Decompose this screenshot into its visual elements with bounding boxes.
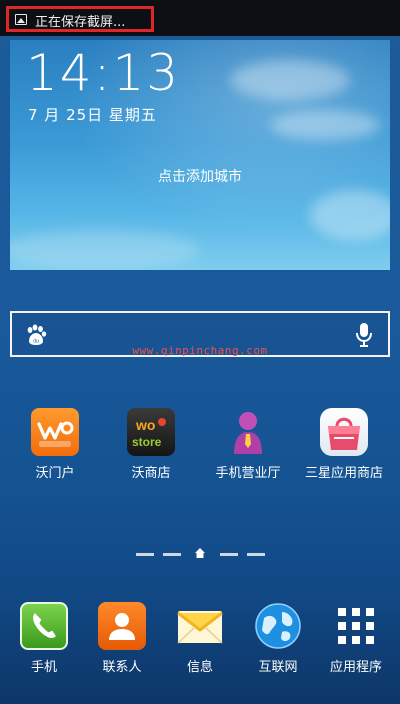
dock-messages[interactable]: 信息 <box>156 602 244 675</box>
app-grid-icon <box>332 602 380 650</box>
contacts-icon <box>98 602 146 650</box>
page-indicator[interactable] <box>0 548 400 558</box>
app-wo-store[interactable]: wo store 沃商店 <box>106 408 196 481</box>
add-city-prompt[interactable]: 点击添加城市 <box>10 166 390 186</box>
dock-label: 手机 <box>30 660 57 675</box>
svg-text:store: store <box>132 435 162 449</box>
app-mobile-hall[interactable]: 手机营业厅 <box>203 408 293 481</box>
dock-internet[interactable]: 互联网 <box>234 602 322 675</box>
shopping-bag-icon <box>320 408 368 456</box>
dock-apps[interactable]: 应用程序 <box>312 602 400 675</box>
watermark-text: www.qinpinchang.com <box>132 344 268 357</box>
image-icon <box>15 14 27 25</box>
app-label: 三星应用商店 <box>304 466 383 481</box>
app-samsung-store[interactable]: 三星应用商店 <box>299 408 389 481</box>
dock-label: 信息 <box>186 660 213 675</box>
dock-contacts[interactable]: 联系人 <box>78 602 166 675</box>
envelope-icon <box>176 602 224 650</box>
dock-phone[interactable]: 手机 <box>0 602 88 675</box>
app-label: 手机营业厅 <box>215 466 281 481</box>
home-icon <box>195 548 205 558</box>
dock-label: 应用程序 <box>329 660 382 675</box>
clock-date: 7 月 25日 星期五 <box>28 106 157 124</box>
clock-time: 14:13 <box>26 44 181 102</box>
status-bar: 正在保存截屏... <box>0 0 400 36</box>
app-label: 沃商店 <box>131 466 171 481</box>
weather-clock-widget[interactable]: 14:13 7 月 25日 星期五 点击添加城市 <box>10 40 390 270</box>
screenshot-notification[interactable]: 正在保存截屏... <box>6 6 154 32</box>
mobile-hall-icon <box>224 408 272 456</box>
app-wo-portal[interactable]: 沃门户 <box>10 408 100 481</box>
dock-label: 互联网 <box>258 660 298 675</box>
app-label: 沃门户 <box>35 466 75 481</box>
dock-label: 联系人 <box>102 660 142 675</box>
globe-icon <box>254 602 302 650</box>
wo-portal-icon <box>31 408 79 456</box>
wo-store-icon: wo store <box>127 408 175 456</box>
notification-text: 正在保存截屏... <box>35 15 126 30</box>
svg-text:wo: wo <box>135 417 155 433</box>
phone-icon <box>20 602 68 650</box>
